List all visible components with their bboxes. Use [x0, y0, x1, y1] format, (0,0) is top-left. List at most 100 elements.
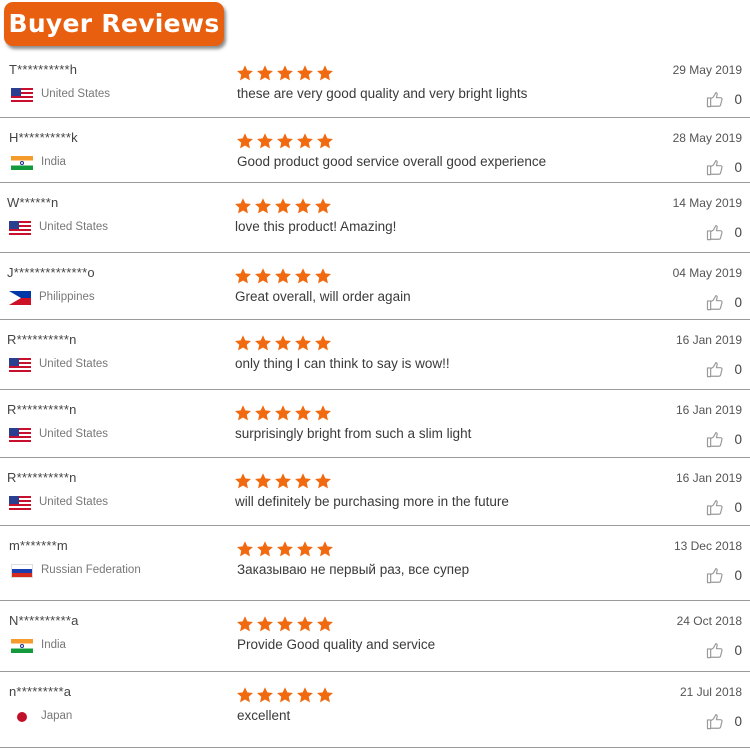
review-date: 13 Dec 2018	[673, 539, 742, 553]
reviewer-country: United States	[39, 496, 109, 508]
review-item: W******n United States love this product! …	[0, 183, 750, 253]
star-rating	[236, 615, 334, 633]
like-button[interactable]: 0	[705, 712, 742, 731]
star-rating	[236, 686, 334, 704]
review-date: 29 May 2019	[672, 63, 742, 77]
star-rating	[234, 334, 332, 352]
reviewer-country: United States	[39, 221, 109, 233]
country-flag-icon	[11, 710, 33, 724]
reviewer-country: Philippines	[39, 291, 95, 303]
reviewer-name: m*******m	[9, 538, 68, 553]
reviewer-name: J**************o	[7, 265, 95, 280]
like-count: 0	[734, 714, 742, 729]
review-date: 21 Jul 2018	[679, 685, 742, 699]
review-date: 16 Jan 2019	[675, 333, 742, 347]
review-text: only thing I can think to say is wow!!	[235, 356, 450, 371]
review-item: J**************o Philippines Great overall…	[0, 253, 750, 320]
like-button[interactable]: 0	[705, 641, 742, 660]
review-text: Provide Good quality and service	[237, 637, 436, 652]
like-button[interactable]: 0	[705, 90, 742, 109]
thumbs-up-icon[interactable]	[705, 360, 725, 379]
like-count: 0	[734, 568, 742, 583]
review-date: 04 May 2019	[672, 266, 742, 280]
thumbs-up-icon[interactable]	[705, 90, 725, 109]
buyer-reviews-title: Buyer Reviews	[4, 2, 224, 46]
review-item: N**********a India Provide Good quality an…	[0, 601, 750, 672]
thumbs-up-icon[interactable]	[705, 223, 725, 242]
review-item: H**********k India Good product good servi…	[0, 118, 750, 183]
thumbs-up-icon[interactable]	[705, 158, 725, 177]
country-flag-icon	[9, 428, 31, 442]
review-text: Great overall, will order again	[235, 289, 411, 304]
star-rating	[236, 132, 334, 150]
review-item: R**********n United States surprisingly br…	[0, 390, 750, 458]
like-button[interactable]: 0	[705, 293, 742, 312]
like-count: 0	[734, 295, 742, 310]
country-flag-icon	[9, 291, 31, 305]
like-count: 0	[734, 500, 742, 515]
review-item: R**********n United States will definitely…	[0, 458, 750, 526]
like-count: 0	[734, 432, 742, 447]
star-rating	[234, 472, 332, 490]
review-date: 16 Jan 2019	[675, 471, 742, 485]
like-button[interactable]: 0	[705, 158, 742, 177]
like-count: 0	[734, 362, 742, 377]
thumbs-up-icon[interactable]	[705, 712, 725, 731]
reviewer-country: United States	[39, 358, 109, 370]
like-button[interactable]: 0	[705, 566, 742, 585]
review-date: 14 May 2019	[672, 196, 742, 210]
thumbs-up-icon[interactable]	[705, 430, 725, 449]
like-count: 0	[734, 92, 742, 107]
review-text: will definitely be purchasing more in th…	[235, 494, 509, 509]
country-flag-icon	[11, 156, 33, 170]
country-flag-icon	[9, 358, 31, 372]
like-count: 0	[734, 160, 742, 175]
country-flag-icon	[11, 639, 33, 653]
reviewer-name: R**********n	[7, 332, 77, 347]
review-text: these are very good quality and very bri…	[237, 86, 528, 101]
star-rating	[234, 404, 332, 422]
review-item: n*********a Japan excellent 21 Jul 2018 0	[0, 672, 750, 748]
star-rating	[236, 64, 334, 82]
country-flag-icon	[11, 88, 33, 102]
star-rating	[234, 267, 332, 285]
like-button[interactable]: 0	[705, 360, 742, 379]
reviewer-name: H**********k	[9, 130, 78, 145]
reviewer-name: n*********a	[9, 684, 72, 699]
star-rating	[236, 540, 334, 558]
like-count: 0	[734, 225, 742, 240]
review-date: 24 Oct 2018	[676, 614, 742, 628]
review-text: love this product! Amazing!	[235, 219, 397, 234]
review-item: m*******m Russian Federation Заказываю не …	[0, 526, 750, 601]
reviewer-name: R**********n	[7, 470, 77, 485]
star-rating	[234, 197, 332, 215]
like-button[interactable]: 0	[705, 223, 742, 242]
reviewer-country: India	[41, 639, 66, 651]
thumbs-up-icon[interactable]	[705, 566, 725, 585]
reviewer-name: N**********a	[9, 613, 79, 628]
thumbs-up-icon[interactable]	[705, 498, 725, 517]
reviewer-name: T**********h	[9, 62, 78, 77]
review-text: Good product good service overall good e…	[237, 154, 547, 169]
review-text: excellent	[237, 708, 291, 723]
country-flag-icon	[9, 496, 31, 510]
reviewer-country: Russian Federation	[41, 564, 141, 576]
like-count: 0	[734, 643, 742, 658]
review-item: T**********h United States these are very …	[0, 50, 750, 118]
country-flag-icon	[9, 221, 31, 235]
country-flag-icon	[11, 564, 33, 578]
reviewer-name: W******n	[7, 195, 59, 210]
thumbs-up-icon[interactable]	[705, 293, 725, 312]
reviewer-country: United States	[39, 428, 109, 440]
like-button[interactable]: 0	[705, 498, 742, 517]
review-date: 28 May 2019	[672, 131, 742, 145]
review-date: 16 Jan 2019	[675, 403, 742, 417]
review-text: surprisingly bright from such a slim lig…	[235, 426, 472, 441]
thumbs-up-icon[interactable]	[705, 641, 725, 660]
reviewer-country: Japan	[41, 710, 73, 722]
reviewer-country: India	[41, 156, 66, 168]
reviewer-country: United States	[41, 88, 111, 100]
review-item: R**********n United States only thing I ca…	[0, 320, 750, 390]
reviewer-name: R**********n	[7, 402, 77, 417]
like-button[interactable]: 0	[705, 430, 742, 449]
